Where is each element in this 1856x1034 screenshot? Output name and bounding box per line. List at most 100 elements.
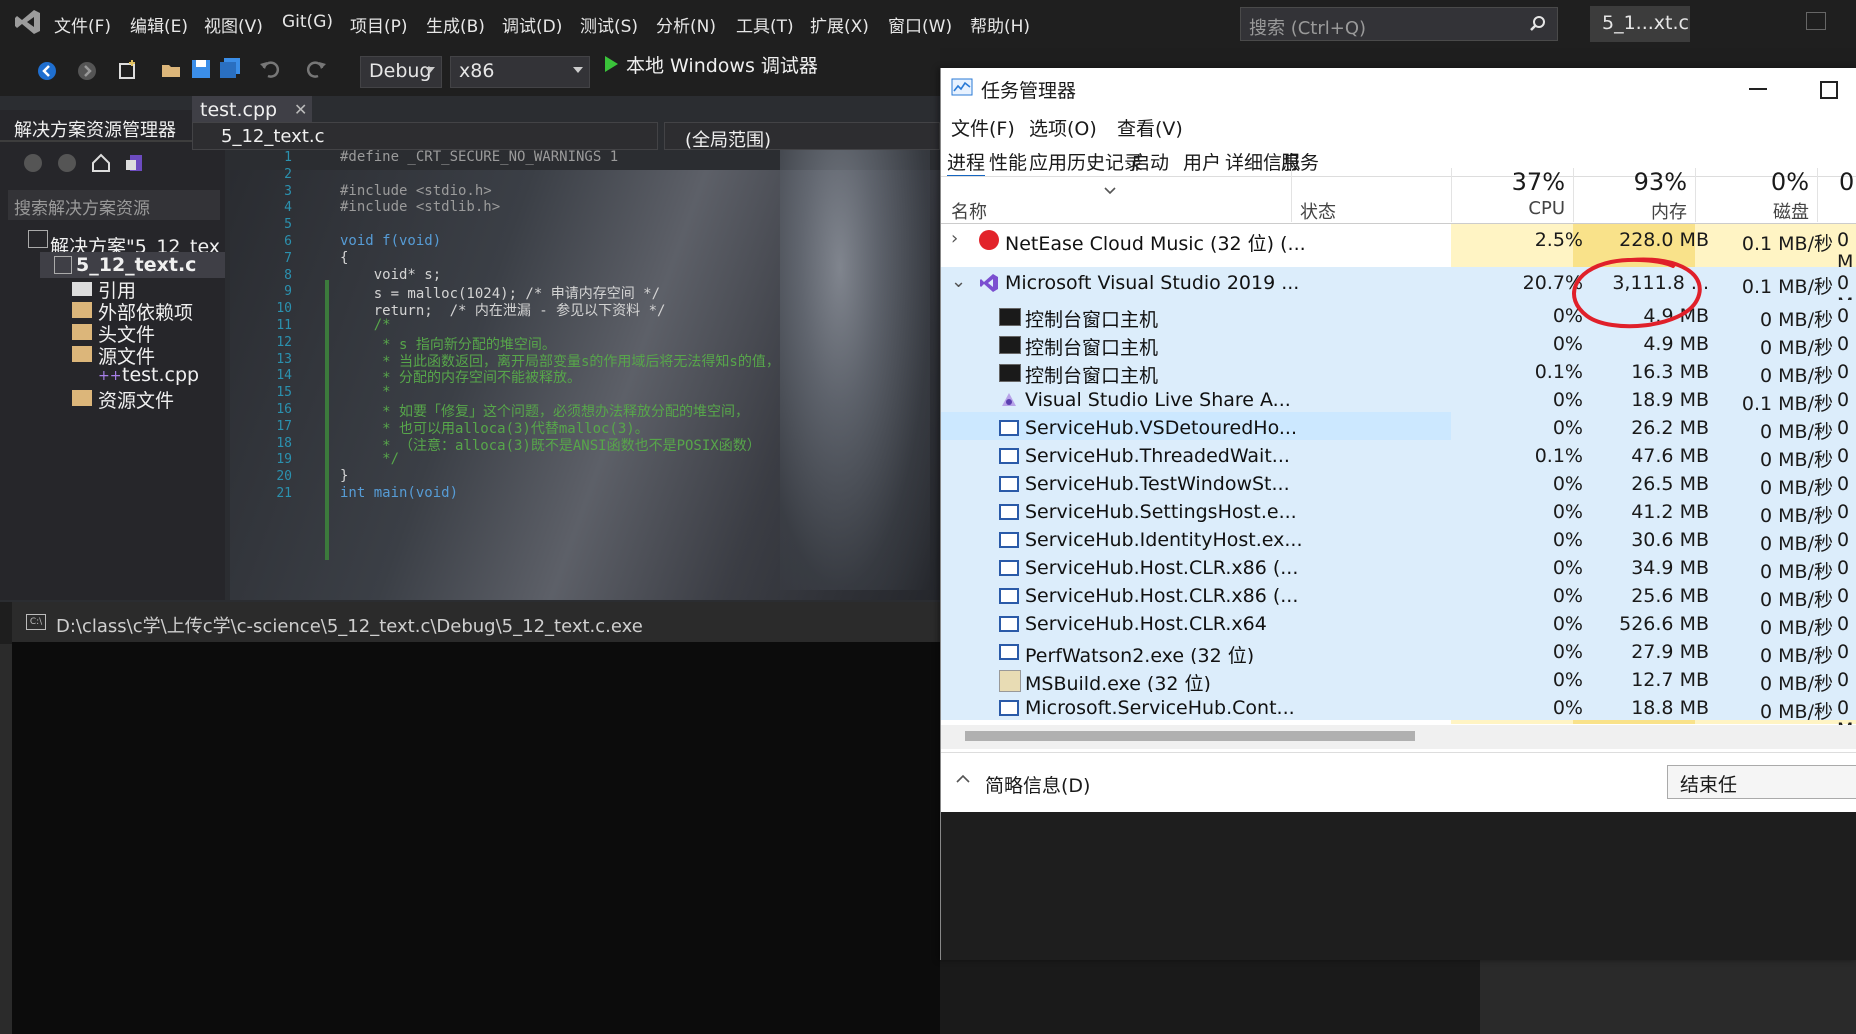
mem-percent[interactable]: 93% (1581, 168, 1687, 196)
expand-chevron-icon[interactable]: › (951, 228, 958, 249)
service-hub-icon (999, 588, 1019, 604)
restore-icon[interactable] (1806, 12, 1826, 30)
vs-menu-item[interactable]: 文件(F) (54, 12, 111, 37)
process-row[interactable]: ⌄ Microsoft Visual Studio 2019 ... 20.7% 3,… (941, 267, 1856, 316)
close-icon[interactable]: ✕ (294, 100, 307, 119)
collapse-chevron-icon[interactable]: ⌄ (951, 271, 966, 292)
tm-tab[interactable]: 应用历史记录 (1029, 148, 1143, 175)
process-cpu: 0% (1552, 501, 1583, 523)
config-dropdown[interactable]: Debug (360, 56, 442, 88)
cpu-percent[interactable]: 37% (1471, 168, 1565, 196)
code-line[interactable]: { (340, 250, 348, 266)
code-line[interactable]: /* (340, 317, 391, 333)
vs-menu-item[interactable]: 窗口(W) (888, 12, 952, 37)
undo-icon[interactable] (258, 58, 280, 80)
back-icon[interactable] (36, 60, 58, 82)
line-number: 7 (284, 250, 292, 266)
chevron-up-icon[interactable] (955, 774, 971, 784)
task-manager-icon (951, 78, 973, 96)
home-icon[interactable] (90, 152, 112, 174)
solution-search-box[interactable]: 搜索解决方案资源 (8, 190, 220, 220)
code-line[interactable]: */ (340, 451, 399, 467)
fewer-details-link[interactable]: 简略信息(D) (985, 771, 1090, 798)
behind-task-manager (941, 812, 1856, 960)
tm-tab[interactable]: 用户 (1183, 148, 1221, 175)
save-icon[interactable] (190, 58, 212, 80)
scrollbar-thumb[interactable] (965, 731, 1415, 741)
code-line[interactable]: * （注意：alloca(3)既不是ANSI函数也不是POSIX函数） (340, 435, 761, 455)
console-host-icon (999, 336, 1021, 354)
scope-value: (全局范围) (685, 130, 772, 151)
start-debug-icon[interactable] (602, 54, 620, 74)
cpu-label[interactable]: CPU (1471, 198, 1565, 219)
network-percent[interactable]: 0 (1839, 168, 1854, 196)
file-navigation-dropdown[interactable]: 5_12_text.c (192, 122, 658, 150)
code-line[interactable]: #include <stdlib.h> (340, 199, 500, 215)
file-nav-value: 5_12_text.c (221, 126, 325, 147)
save-all-icon[interactable] (218, 56, 242, 80)
tm-tab[interactable]: 性能 (989, 148, 1027, 175)
new-project-icon[interactable] (116, 58, 140, 82)
col-sep (1451, 168, 1452, 222)
code-line[interactable]: void* s; (340, 267, 441, 283)
vs-menu-item[interactable]: 分析(N) (656, 12, 716, 37)
code-line[interactable]: } (340, 468, 348, 484)
debugger-label[interactable]: 本地 Windows 调试器 (626, 51, 818, 78)
tree-item-test-cpp[interactable]: test.cpp (122, 364, 199, 386)
process-name: ServiceHub.ThreadedWait... (1025, 445, 1290, 467)
tm-menu-options[interactable]: 选项(O) (1029, 114, 1097, 141)
msbuild-icon (999, 670, 1021, 692)
console-right-area (940, 960, 1480, 1034)
tm-tab[interactable]: 服务 (1281, 148, 1319, 175)
vs-search-box[interactable]: 搜索 (Ctrl+Q) (1240, 7, 1558, 41)
platform-dropdown[interactable]: x86 (450, 56, 590, 88)
disk-label[interactable]: 磁盘 (1703, 198, 1809, 224)
vs-menu-item[interactable]: 项目(P) (350, 12, 408, 37)
vs-menu-item[interactable]: 生成(B) (426, 12, 485, 37)
process-row[interactable]: Microsoft.ServiceHub.Cont... 0% 18.8 MB 0 M… (941, 692, 1856, 741)
tab-test-cpp[interactable]: test.cpp ✕ (192, 96, 312, 124)
tree-item-resources[interactable]: 资源文件 (98, 386, 174, 413)
vs-menu-item[interactable]: 视图(V) (204, 12, 263, 37)
process-disk: 0.1 MB/秒 (1741, 233, 1833, 255)
tm-tab[interactable]: 启动 (1131, 148, 1169, 175)
horizontal-scrollbar[interactable] (941, 725, 1856, 749)
vs-menu-item[interactable]: 测试(S) (580, 12, 638, 37)
process-row[interactable]: › NetEase Cloud Music (32 位) (... 2.5% 228.… (941, 224, 1856, 273)
minimize-icon[interactable] (1749, 88, 1767, 90)
console-window[interactable] (12, 602, 940, 1034)
vs-menu-item[interactable]: 扩展(X) (810, 12, 869, 37)
code-line[interactable]: #define _CRT_SECURE_NO_WARNINGS 1 (340, 149, 618, 165)
tm-menu-file[interactable]: 文件(F) (951, 114, 1015, 141)
scope-dropdown[interactable]: (全局范围) (664, 122, 940, 151)
vs-menu-item[interactable]: 调试(D) (502, 12, 562, 37)
tm-menu-view[interactable]: 查看(V) (1117, 114, 1183, 141)
vs-menu-item[interactable]: Git(G) (282, 12, 333, 32)
col-name[interactable]: 名称 (951, 198, 987, 224)
vs-menu-item[interactable]: 帮助(H) (970, 12, 1030, 37)
mem-label[interactable]: 内存 (1581, 198, 1687, 224)
nav-back-icon[interactable] (22, 152, 44, 174)
line-number: 19 (276, 452, 292, 468)
process-cpu: 0% (1552, 669, 1583, 691)
open-folder-icon[interactable] (160, 58, 184, 82)
code-line[interactable]: int main(void) (340, 485, 458, 501)
col-status[interactable]: 状态 (1300, 198, 1336, 224)
process-memory: 18.9 MB (1631, 389, 1709, 411)
code-line[interactable]: #include <stdio.h> (340, 183, 492, 199)
service-hub-icon (999, 448, 1019, 464)
process-memory: 16.3 MB (1631, 361, 1709, 383)
switch-views-icon[interactable] (124, 152, 146, 174)
redo-icon[interactable] (306, 58, 328, 80)
code-line[interactable]: void f(void) (340, 233, 441, 249)
forward-icon[interactable] (76, 60, 98, 82)
vs-menu-item[interactable]: 编辑(E) (130, 12, 188, 37)
end-task-button[interactable]: 结束任 (1667, 765, 1856, 799)
tm-tab[interactable]: 进程 (947, 148, 986, 177)
tree-project[interactable]: 5_12_text.c (76, 254, 196, 276)
code-line[interactable]: * (340, 384, 390, 400)
disk-percent[interactable]: 0% (1703, 168, 1809, 196)
nav-forward-icon[interactable] (56, 152, 78, 174)
maximize-icon[interactable] (1820, 81, 1838, 99)
vs-menu-item[interactable]: 工具(T) (736, 12, 794, 37)
